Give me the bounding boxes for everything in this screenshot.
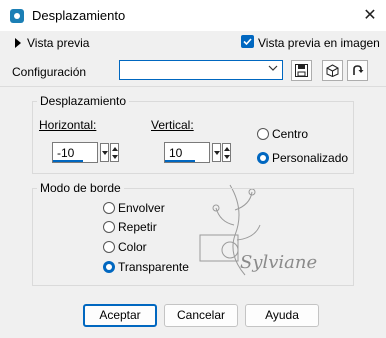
- spin-down-icon: [214, 151, 220, 155]
- help-button[interactable]: Ayuda: [245, 304, 319, 327]
- spin-down-icon: [112, 155, 118, 159]
- radio-color[interactable]: [103, 241, 115, 253]
- separator: [0, 86, 386, 87]
- vertical-spin-buttons[interactable]: [222, 143, 231, 162]
- horizontal-label: Horizontal:: [39, 118, 97, 132]
- save-icon: [295, 64, 308, 77]
- radio-repetir-label[interactable]: Repetir: [118, 220, 157, 234]
- radio-repetir[interactable]: [103, 221, 115, 233]
- radio-color-label[interactable]: Color: [118, 240, 147, 254]
- horizontal-value: -10: [57, 146, 75, 160]
- vertical-value: 10: [169, 146, 183, 160]
- config-combobox[interactable]: [119, 60, 283, 80]
- chevron-down-icon[interactable]: [268, 65, 278, 72]
- vertical-slider-button[interactable]: [212, 143, 221, 162]
- config-label: Configuración: [12, 65, 87, 79]
- horizontal-focus-line: [53, 160, 83, 162]
- save-preset-button[interactable]: [291, 60, 312, 81]
- horizontal-slider-button[interactable]: [100, 143, 109, 162]
- database-icon: [326, 64, 339, 77]
- horizontal-spin-buttons[interactable]: [110, 143, 119, 162]
- spin-up-icon: [112, 147, 118, 151]
- expand-arrow-icon[interactable]: [15, 38, 21, 48]
- vertical-label: Vertical:: [151, 118, 194, 132]
- preview-on-image-label[interactable]: Vista previa en imagen: [258, 36, 380, 50]
- radio-transparente[interactable]: [103, 261, 115, 273]
- radio-transparente-label[interactable]: Transparente: [118, 260, 189, 274]
- radio-personalizado-label[interactable]: Personalizado: [272, 151, 348, 165]
- edge-mode-group: [32, 188, 354, 286]
- radio-envolver[interactable]: [103, 202, 115, 214]
- radio-centro[interactable]: [257, 128, 269, 140]
- reset-button[interactable]: [347, 60, 368, 81]
- preview-toggle-label[interactable]: Vista previa: [27, 36, 89, 50]
- close-button[interactable]: ✕: [360, 6, 380, 26]
- spin-down-icon: [102, 151, 108, 155]
- spin-up-icon: [224, 147, 230, 151]
- vertical-focus-line: [165, 160, 195, 162]
- spin-down-icon: [224, 155, 230, 159]
- radio-centro-label[interactable]: Centro: [272, 127, 308, 141]
- cancel-button[interactable]: Cancelar: [164, 304, 238, 327]
- radio-envolver-label[interactable]: Envolver: [118, 201, 165, 215]
- window-title: Desplazamiento: [32, 8, 126, 23]
- edge-mode-group-title: Modo de borde: [37, 181, 124, 195]
- preview-on-image-checkbox[interactable]: [241, 35, 254, 48]
- radio-personalizado[interactable]: [257, 152, 269, 164]
- app-icon: [10, 9, 24, 23]
- ok-button[interactable]: Aceptar: [83, 304, 157, 327]
- preset-manager-button[interactable]: [322, 60, 343, 81]
- reset-icon: [353, 65, 364, 75]
- offset-group-title: Desplazamiento: [37, 94, 130, 108]
